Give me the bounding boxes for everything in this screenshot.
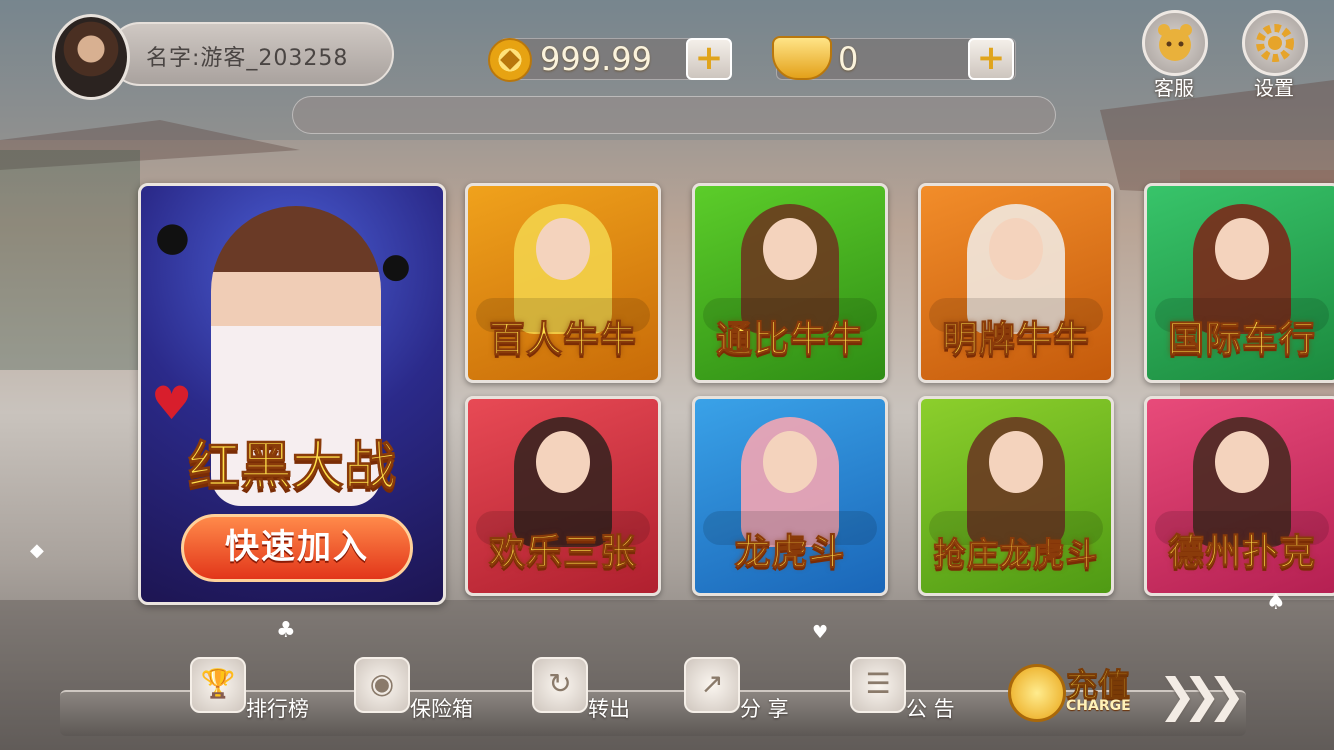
- menu-item-share[interactable]: ↗ 分 享: [684, 655, 824, 725]
- game-card[interactable]: 国际车行: [1144, 183, 1334, 383]
- poker-chip-icon: ●: [155, 214, 190, 260]
- game-title: 欢乐三张: [488, 532, 637, 574]
- character-face: [1215, 218, 1269, 280]
- customer-service-button[interactable]: [1142, 10, 1208, 76]
- game-title: 龙虎斗: [734, 532, 846, 574]
- menu-label: 分 享: [740, 697, 789, 721]
- player-name: 名字:游客_203258: [146, 46, 349, 71]
- game-title: 明牌牛牛: [941, 319, 1090, 361]
- add-gold-button[interactable]: +: [968, 38, 1014, 80]
- player-avatar[interactable]: [52, 14, 130, 100]
- menu-item-trophy[interactable]: 🏆 排行榜: [190, 655, 330, 725]
- game-card[interactable]: 明牌牛牛: [918, 183, 1114, 383]
- trophy-icon: 🏆: [190, 657, 246, 713]
- coin-balance: 999.99: [540, 40, 652, 78]
- charge-sublabel: CHARGE: [1066, 698, 1131, 714]
- gold-ingot-icon: [772, 36, 832, 80]
- club-sparkle-icon: ♣: [276, 618, 296, 643]
- game-card[interactable]: 德州扑克: [1144, 396, 1334, 596]
- game-card[interactable]: 抢庄龙虎斗: [918, 396, 1114, 596]
- share-icon: ↗: [684, 657, 740, 713]
- coin-icon: [488, 38, 532, 82]
- poker-chip-icon: ●: [381, 246, 411, 286]
- menu-label: 转出: [588, 697, 630, 721]
- character-face: [1215, 431, 1269, 493]
- transfer-icon: ↻: [532, 657, 588, 713]
- game-card[interactable]: 欢乐三张: [465, 396, 661, 596]
- character-face: [763, 431, 817, 493]
- menu-label: 公 告: [906, 697, 955, 721]
- featured-game-red-black[interactable]: ● ● ♥ 红黑大战 快速加入: [138, 183, 446, 605]
- gear-icon: [1256, 24, 1294, 62]
- spade-sparkle-icon: ♠: [1266, 590, 1286, 615]
- settings-button[interactable]: [1242, 10, 1308, 76]
- add-coins-button[interactable]: +: [686, 38, 732, 80]
- character-face: [763, 218, 817, 280]
- charge-button[interactable]: 充值 CHARGE: [1008, 660, 1146, 722]
- gold-balance: 0: [838, 40, 859, 78]
- heart-card-icon: ♥: [151, 376, 193, 430]
- menu-label: 排行榜: [246, 697, 309, 721]
- game-title: 德州扑克: [1167, 532, 1316, 574]
- game-title: 百人牛牛: [488, 319, 637, 361]
- game-card[interactable]: 百人牛牛: [465, 183, 661, 383]
- heart-sparkle-icon: ♥: [812, 622, 829, 643]
- game-card[interactable]: 通比牛牛: [692, 183, 888, 383]
- featured-game-title: 红黑大战: [187, 437, 396, 498]
- character-face: [536, 431, 590, 493]
- game-card[interactable]: 龙虎斗: [692, 396, 888, 596]
- game-title: 通比牛牛: [715, 319, 864, 361]
- game-title: 抢庄龙虎斗: [933, 535, 1099, 574]
- menu-item-safe[interactable]: ◉ 保险箱: [354, 655, 494, 725]
- notice-icon: ☰: [850, 657, 906, 713]
- menu-item-notice[interactable]: ☰ 公 告: [850, 655, 990, 725]
- menu-item-transfer[interactable]: ↻ 转出: [532, 655, 672, 725]
- settings-label: 设置: [1254, 76, 1294, 100]
- safe-icon: ◉: [354, 657, 410, 713]
- character-face: [536, 218, 590, 280]
- service-mascot-icon: [1158, 24, 1192, 61]
- announcement-marquee: [292, 96, 1056, 134]
- diamond-sparkle-icon: ◆: [30, 540, 44, 561]
- customer-service-label: 客服: [1154, 76, 1194, 100]
- more-chevron-icon[interactable]: ❯❯❯: [1158, 668, 1246, 722]
- menu-label: 保险箱: [410, 697, 473, 721]
- coin-bag-icon: [1008, 664, 1066, 722]
- quick-join-button[interactable]: 快速加入: [181, 514, 413, 582]
- character-face: [989, 431, 1043, 493]
- character-face: [989, 218, 1043, 280]
- game-title: 国际车行: [1167, 319, 1316, 361]
